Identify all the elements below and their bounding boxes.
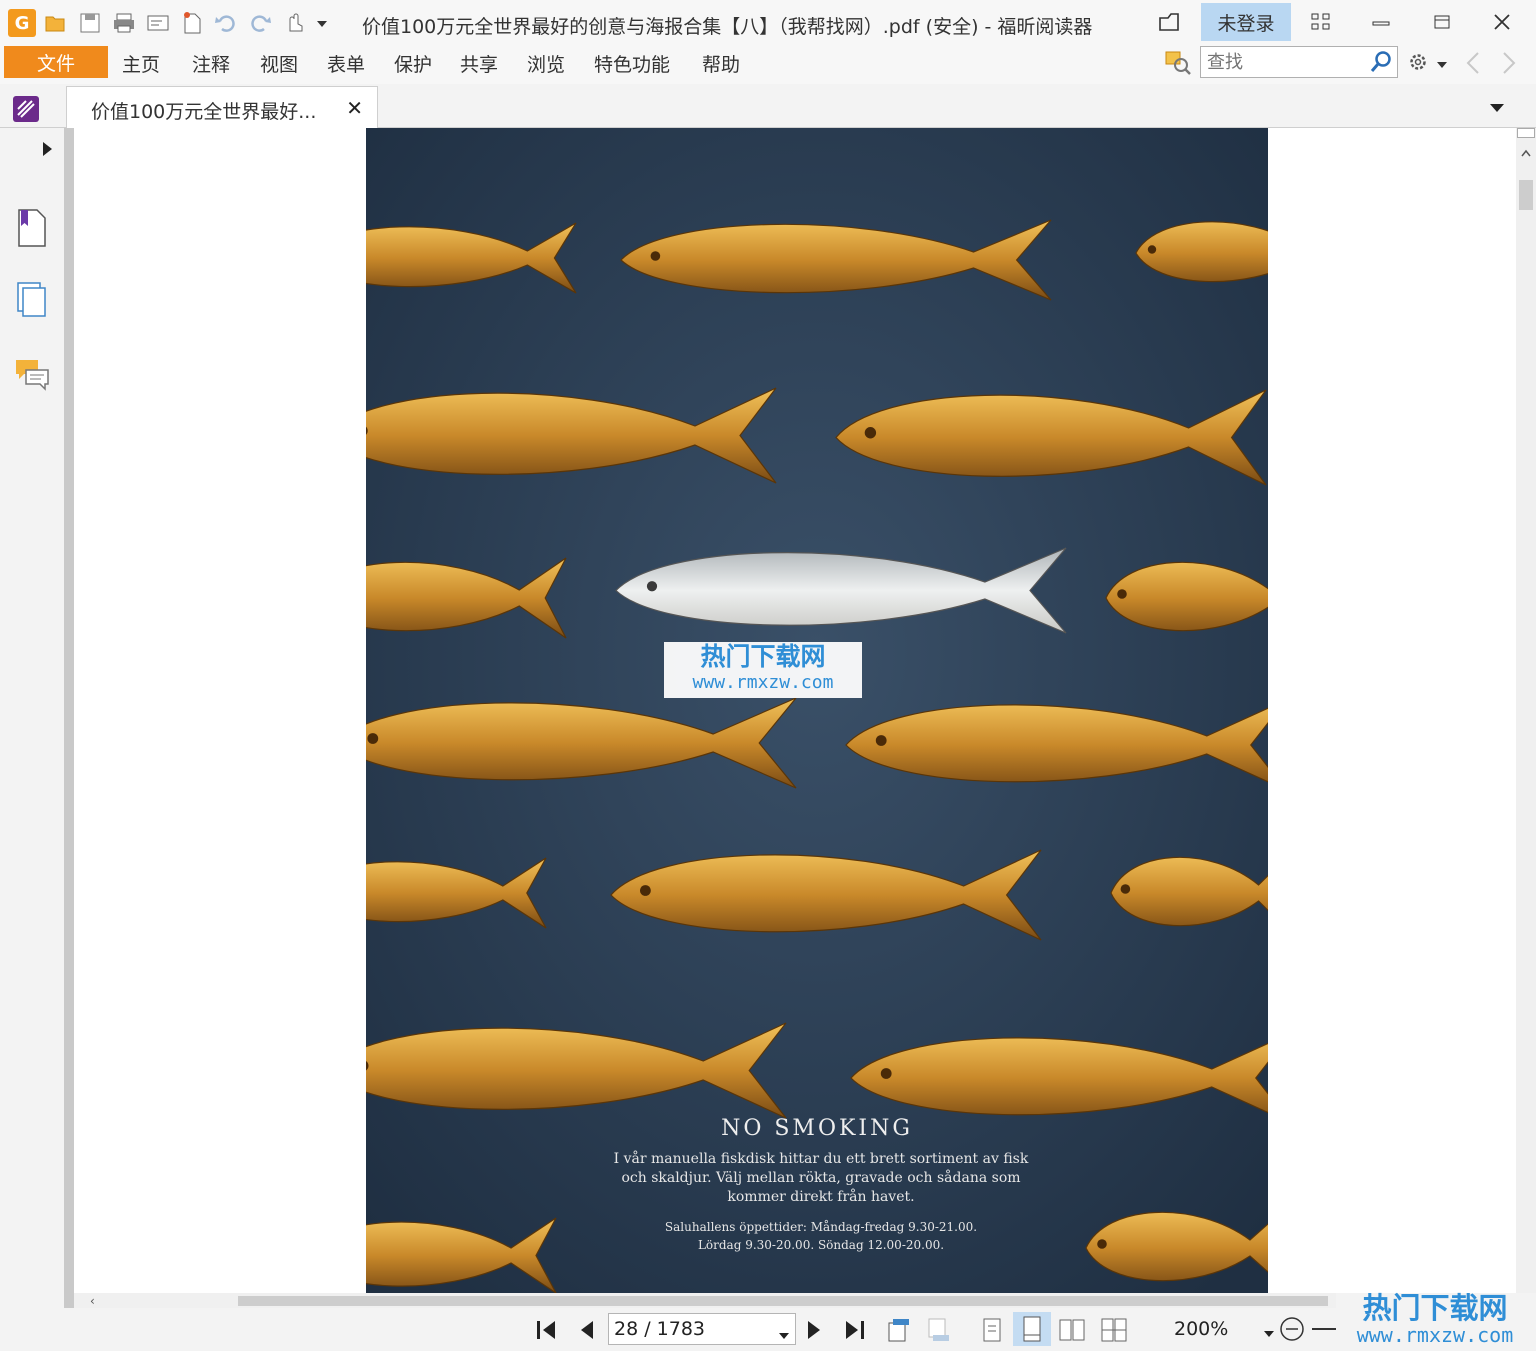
menu-share[interactable]: 共享 xyxy=(460,50,498,77)
minimize-icon[interactable] xyxy=(1366,8,1396,36)
previous-view-icon[interactable] xyxy=(1464,50,1482,76)
restore-icon[interactable] xyxy=(1427,8,1457,36)
menu-help[interactable]: 帮助 xyxy=(702,50,740,77)
zoom-level[interactable]: 200% xyxy=(1174,1318,1228,1340)
save-icon[interactable] xyxy=(76,9,104,37)
search-input[interactable] xyxy=(1201,47,1361,77)
settings-gear-icon[interactable] xyxy=(1406,50,1430,74)
comments-icon[interactable] xyxy=(14,356,50,392)
menu-comment[interactable]: 注释 xyxy=(192,50,230,77)
next-view-status-icon[interactable] xyxy=(924,1316,952,1344)
continuous-page-icon[interactable] xyxy=(1013,1312,1051,1346)
watermark-corner-url: www.rmxzw.com xyxy=(1356,1323,1514,1347)
title-bar: G 价值100万元全世界最好的创意与海报合集【八】（我帮找网）.pdf (安全)… xyxy=(0,0,1536,46)
zoom-slider[interactable] xyxy=(1312,1328,1336,1330)
single-page-icon[interactable] xyxy=(978,1316,1006,1344)
facing-pages-icon[interactable] xyxy=(1058,1316,1086,1344)
new-document-icon[interactable] xyxy=(178,9,206,37)
previous-page-icon[interactable] xyxy=(573,1316,601,1344)
search-icon[interactable] xyxy=(1369,50,1393,74)
last-page-icon[interactable] xyxy=(840,1316,868,1344)
foxit-sign-icon[interactable] xyxy=(12,95,40,123)
poster-hours-line-2: Lördag 9.30-20.00. Söndag 12.00-20.00. xyxy=(697,1238,945,1252)
vertical-scroll-thumb[interactable] xyxy=(1519,180,1533,210)
quick-access-toolbar: G xyxy=(0,9,330,37)
advanced-search-icon[interactable] xyxy=(1164,48,1192,76)
watermark-url: www.rmxzw.com xyxy=(692,672,834,693)
menu-protect[interactable]: 保护 xyxy=(394,50,432,77)
vertical-scrollbar[interactable] xyxy=(1516,128,1536,1293)
close-window-icon[interactable] xyxy=(1487,8,1517,36)
menu-view[interactable]: 视图 xyxy=(260,50,298,77)
tab-close-icon[interactable]: ✕ xyxy=(346,96,363,120)
pdf-page: NO SMOKING I vår manuella fiskdisk hitta… xyxy=(366,128,1268,1293)
previous-view-status-icon[interactable] xyxy=(884,1316,912,1344)
horizontal-scroll-thumb[interactable] xyxy=(238,1296,1328,1306)
poster-opening-hours: Saluhallens öppettider: Måndag-fredag 9.… xyxy=(646,1218,996,1254)
navigation-panel xyxy=(0,128,82,1308)
bookmarks-icon[interactable] xyxy=(16,208,48,248)
tab-document-label: 价值100万元全世界最好... xyxy=(91,101,317,123)
horizontal-scrollbar[interactable]: ‹ xyxy=(74,1293,1336,1308)
next-page-icon[interactable] xyxy=(800,1316,828,1344)
window-title: 价值100万元全世界最好的创意与海报合集【八】（我帮找网）.pdf (安全) -… xyxy=(362,16,1093,38)
fullscreen-icon[interactable] xyxy=(1306,8,1336,36)
page-number-field[interactable]: 28 / 1783 xyxy=(608,1313,796,1345)
continuous-facing-icon[interactable] xyxy=(1100,1316,1128,1344)
watermark-corner-title: 热门下载网 xyxy=(1362,1291,1508,1325)
hand-tool-icon[interactable] xyxy=(280,9,308,37)
expand-panel-icon[interactable] xyxy=(40,140,54,158)
pin-icon[interactable] xyxy=(1155,8,1185,36)
menu-home[interactable]: 主页 xyxy=(122,50,160,77)
panel-splitter[interactable] xyxy=(64,128,74,1308)
next-view-icon[interactable] xyxy=(1500,50,1518,76)
watermark-center: 热门下载网 www.rmxzw.com xyxy=(664,642,862,698)
watermark-corner: 热门下载网 www.rmxzw.com xyxy=(1334,1292,1536,1351)
poster-hours-line-1: Saluhallens öppettider: Måndag-fredag 9.… xyxy=(664,1220,978,1234)
menu-browse[interactable]: 浏览 xyxy=(527,50,565,77)
redo-icon[interactable] xyxy=(246,9,274,37)
document-viewport[interactable]: NO SMOKING I vår manuella fiskdisk hitta… xyxy=(74,128,1516,1293)
menu-file[interactable]: 文件 xyxy=(4,46,108,78)
scroll-up-icon[interactable] xyxy=(1520,144,1532,157)
scroll-left-icon[interactable]: ‹ xyxy=(90,1294,100,1308)
undo-icon[interactable] xyxy=(212,9,240,37)
watermark-title: 热门下载网 xyxy=(700,642,826,671)
ribbon-menu-bar: 文件 主页 注释 视图 表单 保护 共享 浏览 特色功能 帮助 xyxy=(0,46,1536,84)
login-button[interactable]: 未登录 xyxy=(1201,3,1291,41)
page-thumbnails-icon[interactable] xyxy=(16,280,48,320)
search-field[interactable] xyxy=(1200,46,1398,78)
poster-headline: NO SMOKING xyxy=(721,1116,913,1141)
page-dropdown-icon[interactable] xyxy=(778,1324,790,1346)
page-number-value: 28 / 1783 xyxy=(614,1318,706,1340)
zoom-out-icon[interactable] xyxy=(1279,1316,1305,1342)
scroll-split-handle[interactable] xyxy=(1517,128,1535,138)
document-tab-bar: 价值100万元全世界最好... ✕ xyxy=(0,86,1536,128)
print-icon[interactable] xyxy=(110,9,138,37)
menu-form[interactable]: 表单 xyxy=(327,50,365,77)
customize-toolbar-chevron-icon[interactable] xyxy=(314,9,330,37)
email-icon[interactable] xyxy=(144,9,172,37)
poster-body-text: I vår manuella fiskdisk hittar du ett br… xyxy=(613,1151,1029,1205)
tab-list-chevron-icon[interactable] xyxy=(1488,100,1506,114)
menu-features[interactable]: 特色功能 xyxy=(594,50,670,77)
settings-dropdown-icon[interactable] xyxy=(1436,56,1448,68)
open-icon[interactable] xyxy=(42,9,70,37)
zoom-dropdown-icon[interactable] xyxy=(1263,1324,1275,1343)
tab-document[interactable]: 价值100万元全世界最好... ✕ xyxy=(66,86,378,128)
first-page-icon[interactable] xyxy=(533,1316,561,1344)
status-bar: 28 / 1783 200% xyxy=(0,1308,1536,1351)
foxit-logo-icon[interactable]: G xyxy=(8,9,36,37)
